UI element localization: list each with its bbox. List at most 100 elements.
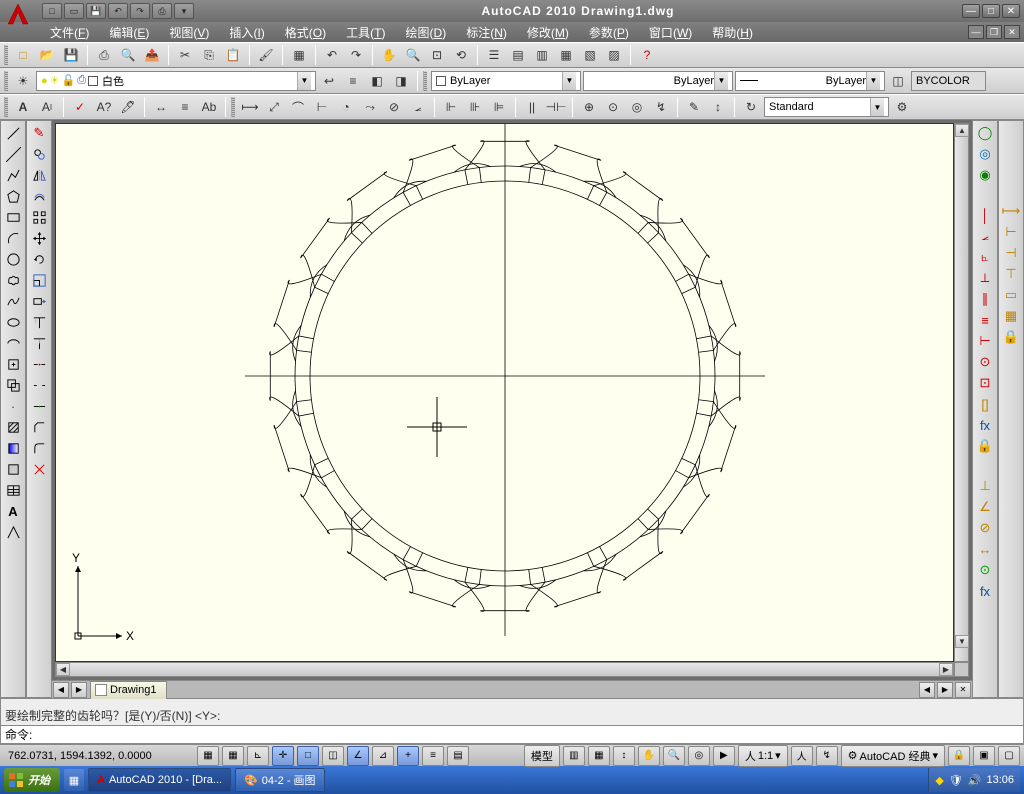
plot-style-icon[interactable]: ◫ <box>887 70 909 92</box>
qat-dropdown-icon[interactable]: ▾ <box>174 3 194 19</box>
coordinates-display[interactable]: 762.0731, 1594.1392, 0.0000 <box>4 748 194 764</box>
scale-text-icon[interactable]: ↔ <box>150 96 172 118</box>
quick-launch-icon[interactable]: ▦ <box>64 769 84 791</box>
hide-constraint-icon[interactable]: fx <box>974 415 996 435</box>
equal-constraint-icon[interactable]: ≡ <box>974 310 996 330</box>
bycolor-combo[interactable]: BYCOLOR <box>911 71 986 91</box>
extend-icon[interactable] <box>28 333 50 353</box>
measure-4-icon[interactable]: ⊤ <box>1000 264 1022 284</box>
osnap-toggle[interactable]: □ <box>297 746 319 766</box>
move-icon[interactable] <box>28 228 50 248</box>
menu-modify[interactable]: 修改(M) <box>517 22 579 43</box>
menu-draw[interactable]: 绘图(D) <box>396 22 457 43</box>
ellipse-icon[interactable] <box>2 312 24 332</box>
toolbar-lock-icon[interactable]: 🔒 <box>948 746 970 766</box>
qp-toggle[interactable]: ▤ <box>447 746 469 766</box>
center-mark-icon[interactable]: ⊙ <box>602 96 624 118</box>
zoom-status-icon[interactable]: 🔍 <box>663 746 685 766</box>
doc-restore-button[interactable]: ❐ <box>986 25 1002 39</box>
tab-nav-right-icon[interactable]: ▶ <box>937 682 953 698</box>
justify-icon[interactable]: ≡ <box>174 96 196 118</box>
document-tab[interactable]: Drawing1 <box>90 681 167 699</box>
workspace-switcher[interactable]: ⚙ AutoCAD 经典 ▾ <box>841 745 945 767</box>
jog-line-icon[interactable]: ↯ <box>650 96 672 118</box>
sheet-set-icon[interactable]: ▦ <box>555 44 577 66</box>
toolbar-grip[interactable] <box>4 45 8 65</box>
3dosnap-toggle[interactable]: ◫ <box>322 746 344 766</box>
clock[interactable]: 13:06 <box>986 774 1014 786</box>
print-icon[interactable]: ⎙ <box>93 44 115 66</box>
pan-status-icon[interactable]: ✋ <box>638 746 660 766</box>
dim-continue-icon[interactable]: ⊫ <box>488 96 510 118</box>
dim-arc-icon[interactable]: ⌒ <box>287 96 309 118</box>
measure-6-icon[interactable]: ▦ <box>1000 306 1022 326</box>
find-icon[interactable]: A? <box>93 96 115 118</box>
dim-style-manager-icon[interactable]: ⚙ <box>891 96 913 118</box>
preview-icon[interactable]: 🔍 <box>117 44 139 66</box>
dim-angular-icon[interactable]: ⦟ <box>407 96 429 118</box>
block-make-icon[interactable] <box>2 375 24 395</box>
otrack-toggle[interactable]: ∠ <box>347 746 369 766</box>
qat-save-icon[interactable]: 💾 <box>86 3 106 19</box>
block-insert-icon[interactable] <box>2 354 24 374</box>
mirror-icon[interactable] <box>28 165 50 185</box>
trim-icon[interactable] <box>28 312 50 332</box>
ellipse-arc-icon[interactable] <box>2 333 24 353</box>
dim-style-combo[interactable]: Standard ▼ <box>764 97 889 117</box>
arc-icon[interactable] <box>2 228 24 248</box>
minimize-button[interactable]: — <box>962 4 980 18</box>
command-input[interactable] <box>36 728 1019 742</box>
spell-icon[interactable]: ✓ <box>69 96 91 118</box>
xline-icon[interactable] <box>2 144 24 164</box>
annotation-scale[interactable]: 人1:1 ▾ <box>738 745 788 767</box>
color-combo[interactable]: ByLayer ▼ <box>431 71 581 91</box>
point-icon[interactable]: · <box>2 396 24 416</box>
copy-obj-icon[interactable] <box>28 144 50 164</box>
model-space-button[interactable]: 模型 <box>524 745 560 767</box>
revcloud-icon[interactable] <box>2 270 24 290</box>
maximize-button[interactable]: □ <box>982 4 1000 18</box>
zoom-window-icon[interactable]: ⊡ <box>426 44 448 66</box>
polar-toggle[interactable]: ✛ <box>272 746 294 766</box>
free-orbit-icon[interactable]: ◉ <box>974 165 996 185</box>
vert-constraint-icon[interactable]: ∥ <box>974 289 996 309</box>
geo-constraint-5-icon[interactable]: ⊙ <box>974 560 996 580</box>
dim-update-icon[interactable]: ↻ <box>740 96 762 118</box>
geo-constraint-2-icon[interactable]: ∠ <box>974 497 996 517</box>
orbit-icon[interactable]: ◯ <box>974 123 996 143</box>
measure-2-icon[interactable]: ⊢ <box>1000 222 1022 242</box>
inspect-icon[interactable]: ◎ <box>626 96 648 118</box>
polygon-icon[interactable] <box>2 186 24 206</box>
annotation-visibility-icon[interactable]: 人 <box>791 746 813 766</box>
line-icon[interactable] <box>2 123 24 143</box>
text-style-icon[interactable]: 🖊 <box>117 96 139 118</box>
layer-previous-icon[interactable]: ↩ <box>318 70 340 92</box>
table-icon[interactable] <box>2 480 24 500</box>
qat-redo-icon[interactable]: ↷ <box>130 3 150 19</box>
drawing-canvas[interactable]: X Y <box>55 123 954 662</box>
clean-screen-icon[interactable]: ▢ <box>998 746 1020 766</box>
dim-jogged-icon[interactable]: ⤳ <box>359 96 381 118</box>
quickview-layouts-icon[interactable]: ▥ <box>563 746 585 766</box>
scale-icon[interactable] <box>28 270 50 290</box>
menu-insert[interactable]: 插入(I) <box>219 22 274 43</box>
dim-linear-icon[interactable]: ⟼ <box>239 96 261 118</box>
show-constraint-icon[interactable]: [] <box>974 394 996 414</box>
coinc-constraint-icon[interactable]: ⊙ <box>974 352 996 372</box>
break-icon[interactable] <box>28 375 50 395</box>
radial-constraint-icon[interactable]: ⦜ <box>974 247 996 267</box>
angle-constraint-icon[interactable]: ⦟ <box>974 226 996 246</box>
hardware-accel-icon[interactable]: ▣ <box>973 746 995 766</box>
layer-manager-icon[interactable]: ☀ <box>12 70 34 92</box>
toolbar-grip[interactable] <box>423 71 427 91</box>
hatch-icon[interactable] <box>2 417 24 437</box>
toolbar-grip[interactable] <box>4 97 8 117</box>
tray-icon-3[interactable]: 🔊 <box>968 774 982 787</box>
qat-open-icon[interactable]: ▭ <box>64 3 84 19</box>
dyn-toggle[interactable]: + <box>397 746 419 766</box>
rectangle-icon[interactable] <box>2 207 24 227</box>
zoom-realtime-icon[interactable]: 🔍 <box>402 44 424 66</box>
quickcalc-icon[interactable]: ▨ <box>603 44 625 66</box>
menu-view[interactable]: 视图(V) <box>159 22 219 43</box>
command-line[interactable]: 命令: <box>1 725 1023 743</box>
